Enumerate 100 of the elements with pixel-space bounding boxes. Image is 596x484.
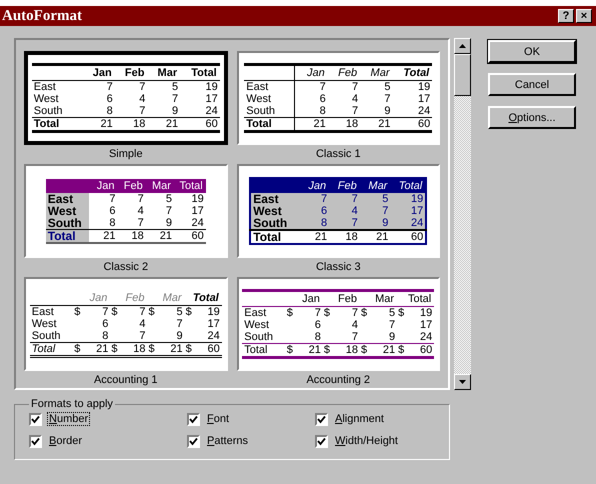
column-header: Mar [360, 290, 398, 306]
dialog-button[interactable]: Options... [488, 106, 576, 129]
table-cell: 24 [411, 217, 424, 229]
row-label: Total [48, 228, 76, 242]
table-cell: 24 [206, 105, 218, 117]
column-header: Mar [360, 64, 392, 80]
format-sample[interactable]: Jan Feb Mar Total East 7 7 5 19 West 6 4 7 17 South 8 7 9 24 Total 21 18 21 60 [236, 164, 440, 258]
format-sample[interactable]: Jan Feb Mar Total East $ 7 $ 7 $ 5 $ 19 West 6 4 7 17 South 8 7 9 24 Total $ 21 $ 18 $ 21 $ 60 [236, 277, 440, 371]
sample-label: Accounting 2 [305, 373, 372, 388]
column-header: Mar [147, 64, 180, 80]
close-button[interactable]: × [576, 9, 592, 23]
column-header: Mar [360, 178, 390, 193]
table-cell: 60 [420, 344, 432, 356]
sample-label: Classic 1 [314, 147, 362, 162]
column-header: Feb [110, 290, 148, 305]
row-label: Total [34, 118, 60, 130]
table-cell: 7 [102, 306, 108, 318]
row-label: Total [32, 342, 56, 354]
row-label: West [246, 93, 272, 105]
table-cell: 4 [352, 93, 358, 105]
row-label: West [253, 204, 282, 218]
table-cell: 60 [411, 231, 424, 243]
table-cell: 7 [352, 331, 358, 343]
row-label: Total [244, 344, 268, 356]
column-header: Mar [147, 290, 185, 305]
checkbox-label[interactable]: Width/Height [333, 434, 400, 448]
scroll-up-icon[interactable] [454, 38, 471, 54]
table-cell: 5 [176, 306, 183, 318]
table-cell: 17 [192, 204, 204, 216]
table-cell: 17 [420, 319, 432, 331]
table-cell: 6 [314, 319, 321, 331]
table-cell: 21 [160, 230, 172, 242]
checkbox[interactable] [187, 412, 200, 426]
table-cell: 19 [420, 307, 432, 319]
scroll-thumb[interactable] [454, 54, 471, 96]
table-cell: 7 [139, 81, 146, 93]
checkbox[interactable] [315, 412, 328, 426]
checkbox[interactable] [29, 434, 42, 448]
currency-sign: $ [286, 307, 293, 319]
table-cell: 9 [388, 331, 396, 343]
table-cell: 5 [388, 307, 396, 319]
checkbox-label[interactable]: Font [205, 412, 232, 426]
table-cell: 6 [106, 93, 113, 105]
table-cell: 4 [139, 93, 146, 105]
row-label: West [48, 204, 76, 218]
row-label: South [34, 105, 62, 117]
scroll-down-icon[interactable] [454, 374, 471, 390]
format-sample[interactable]: Jan Feb Mar Total East 7 7 5 19 West 6 4 7 17 South 8 7 9 24 Total 21 18 21 60 [24, 51, 228, 145]
format-sample[interactable]: Jan Feb Mar Total East 7 7 5 19 West 6 4 7 17 South 8 7 9 24 Total 21 18 21 60 [24, 164, 228, 258]
currency-sign: $ [74, 342, 80, 354]
table-cell: 5 [382, 193, 388, 205]
table-cell: 8 [321, 217, 328, 229]
currency-sign: $ [398, 344, 404, 356]
table-cell: 4 [352, 205, 358, 217]
table-cell: 6 [102, 318, 108, 330]
table-cell: 24 [208, 330, 220, 342]
currency-sign: $ [398, 307, 404, 319]
table-cell: 8 [314, 331, 321, 343]
table-cell: 21 [313, 118, 326, 130]
column-header: Total [390, 178, 426, 193]
dialog-button[interactable]: OK [488, 40, 576, 63]
table-cell: 21 [382, 344, 396, 356]
checkbox-label[interactable]: Patterns [205, 434, 250, 448]
scrollbar[interactable] [454, 38, 471, 390]
checkbox-label[interactable]: Border [47, 434, 84, 448]
table-cell: 7 [388, 319, 396, 331]
column-header: Total [392, 64, 432, 80]
row-label: East [32, 306, 54, 318]
table-cell: 17 [206, 93, 218, 105]
column-header: Feb [328, 64, 360, 80]
format-sample[interactable]: Jan Feb Mar Total East $ 7 $ 7 $ 5 $ 19 West 6 4 7 17 South 8 7 9 24 Total $ 21 $ 18 $ 21 $ 60 [24, 277, 228, 371]
column-header: Feb [117, 178, 146, 192]
checkbox[interactable] [187, 434, 200, 448]
table-cell: 21 [100, 118, 113, 130]
checkbox-label[interactable]: Alignment [333, 412, 386, 426]
row-label: East [253, 192, 279, 206]
table-cell: 7 [352, 81, 358, 93]
table-cell: 24 [192, 216, 204, 228]
table-cell: 7 [382, 205, 388, 217]
window-title: AutoFormat [2, 8, 82, 24]
table-cell: 21 [103, 230, 116, 242]
table-cell: 6 [320, 93, 326, 105]
table-cell: 18 [133, 118, 146, 130]
table-cell: 9 [176, 330, 183, 342]
table-cell: 18 [133, 342, 146, 354]
table-cell: 21 [166, 118, 178, 130]
checkbox[interactable] [315, 434, 328, 448]
table-cell: 21 [96, 342, 108, 354]
dialog-button[interactable]: Cancel [488, 73, 576, 96]
row-label: East [244, 307, 266, 319]
sample-label: Classic 2 [102, 260, 150, 275]
row-label: West [32, 318, 57, 330]
table-cell: 19 [206, 81, 218, 93]
table-cell: 6 [321, 205, 328, 217]
checkbox[interactable] [29, 412, 42, 426]
table-cell: 21 [170, 342, 183, 354]
help-button[interactable]: ? [558, 9, 574, 23]
format-sample[interactable]: Jan Feb Mar Total East 7 7 5 19 West 6 4 7 17 South 8 7 9 24 Total 21 18 21 60 [236, 51, 440, 145]
checkbox-label[interactable]: Number [47, 412, 90, 426]
row-label: South [32, 330, 60, 342]
